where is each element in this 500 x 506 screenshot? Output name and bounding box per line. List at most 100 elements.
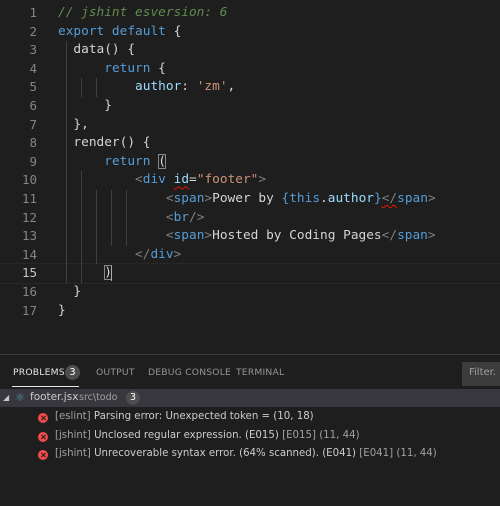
code-token: > — [427, 191, 436, 206]
code-token: </ — [135, 246, 151, 262]
code-token: /> — [189, 209, 205, 225]
code-token: return — [104, 153, 151, 169]
indent-guide — [96, 78, 97, 97]
code-token: } — [58, 284, 82, 299]
code-line[interactable]: 17} — [0, 302, 500, 321]
code-token: id — [173, 172, 190, 188]
code-line[interactable]: 13 <span>Hosted by Coding Pages</span> — [0, 227, 500, 246]
code-token: > — [173, 246, 182, 262]
problem-item[interactable]: [eslint] Parsing error: Unexpected token… — [0, 410, 500, 428]
code-token: : — [181, 79, 197, 95]
code-line[interactable]: 14 </div> — [0, 246, 500, 265]
code-token: author — [327, 191, 374, 206]
indent-guide — [80, 78, 82, 97]
code-token: > — [258, 172, 267, 188]
code-line[interactable]: 5 author: 'zm', — [0, 78, 500, 97]
code-token: div — [142, 172, 166, 188]
code-line[interactable]: 10 <div id="footer"> — [0, 171, 500, 190]
tab-problems[interactable]: PROBLEMS — [13, 367, 65, 378]
line-number: 13 — [21, 228, 37, 244]
code-editor[interactable]: 1 // jshint esversion: 6 2 export default {… — [0, 0, 500, 354]
code-line[interactable]: 15 ) — [0, 263, 500, 284]
code-token: br — [173, 209, 190, 225]
code-token: > — [427, 228, 436, 244]
problem-item[interactable]: [jshint] Unrecoverable syntax error. (64… — [0, 447, 500, 465]
code-token: < — [165, 228, 174, 244]
line-number: 9 — [29, 153, 37, 169]
line-number: 14 — [21, 246, 37, 262]
problem-file-row[interactable]: ◢ ⚛ footer.jsx src\todo 3 — [0, 389, 500, 407]
problem-item[interactable]: [jshint] Unclosed regular expression. (E… — [0, 429, 500, 447]
tab-terminal[interactable]: TERMINAL — [236, 367, 284, 378]
code-line[interactable]: 3 data() { — [0, 41, 500, 60]
code-line[interactable]: 2 export default { — [0, 23, 500, 42]
code-token: span — [173, 191, 205, 206]
vscode-window: 1 // jshint esversion: 6 2 export default {… — [0, 0, 500, 506]
code-token: { — [150, 60, 166, 76]
code-text: <div id="footer"> — [58, 171, 266, 190]
code-token: </ — [381, 191, 398, 206]
code-line[interactable]: 8 render() { — [0, 134, 500, 153]
line-number: 5 — [29, 79, 37, 95]
problems-count-badge: 3 — [65, 365, 80, 380]
code-token: span — [397, 191, 428, 206]
code-text: </div> — [58, 246, 181, 265]
code-token: span — [173, 228, 205, 244]
code-line[interactable]: 9 return ( — [0, 153, 500, 172]
line-number: 8 — [29, 135, 37, 151]
code-token: }, — [58, 116, 89, 132]
code-line[interactable]: 16 } — [0, 283, 500, 302]
indent-guide — [65, 152, 67, 283]
indent-guide — [96, 190, 97, 265]
filter-input[interactable]: Filter. E — [462, 362, 500, 386]
code-token: < — [135, 172, 143, 188]
code-token: > — [204, 191, 213, 206]
code-token: span — [397, 228, 428, 244]
problem-source: [jshint] — [55, 448, 91, 459]
code-token: div — [150, 246, 174, 262]
file-path: src\todo — [79, 392, 118, 403]
problem-text: [jshint] Unrecoverable syntax error. (64… — [55, 448, 437, 459]
file-problem-count: 3 — [126, 391, 140, 405]
problem-location: (11, 44) — [396, 448, 437, 459]
line-number: 3 — [29, 42, 37, 58]
code-line[interactable]: 1 // jshint esversion: 6 — [0, 4, 500, 23]
react-icon: ⚛ — [15, 391, 25, 404]
problem-message: Unclosed regular expression. (E015) — [94, 429, 279, 441]
text-cursor — [111, 266, 113, 282]
code-text: } — [58, 302, 66, 321]
code-token: 'zm' — [196, 79, 228, 95]
code-line[interactable]: 12 <br/> — [0, 209, 500, 228]
file-name: footer.jsx — [30, 391, 79, 403]
line-number: 1 — [29, 5, 37, 20]
tab-output[interactable]: OUTPUT — [96, 367, 135, 378]
problem-location: (11, 44) — [319, 429, 360, 441]
indent-guide — [126, 190, 128, 246]
code-token: render() { — [58, 135, 151, 151]
code-line[interactable]: 11 <span>Power by {this.author}</span> — [0, 190, 500, 209]
code-line[interactable]: 6 } — [0, 97, 500, 116]
code-token: "footer" — [196, 172, 259, 188]
code-line[interactable]: 4 return { — [0, 60, 500, 79]
code-text: data() { — [58, 41, 135, 60]
problem-message: Parsing error: Unexpected token = (10, 1… — [93, 411, 314, 422]
code-token: . — [320, 191, 328, 206]
code-text: export default { — [58, 23, 181, 42]
code-token: , — [227, 79, 236, 95]
line-number: 15 — [21, 265, 37, 281]
line-number: 2 — [29, 23, 37, 39]
line-number: 17 — [21, 302, 37, 318]
tab-debug-console[interactable]: DEBUG CONSOLE — [148, 367, 231, 378]
bottom-panel: PROBLEMS 3 OUTPUT DEBUG CONSOLE TERMINAL… — [0, 354, 500, 506]
line-number: 12 — [21, 209, 37, 225]
code-token: // jshint esversion: 6 — [58, 5, 228, 20]
chevron-down-icon[interactable]: ◢ — [3, 393, 9, 402]
problem-message: Unrecoverable syntax error. (64% scanned… — [94, 448, 357, 459]
line-number: 16 — [21, 284, 37, 299]
code-line[interactable]: 7 }, — [0, 116, 500, 135]
code-text: author: 'zm', — [58, 78, 235, 97]
problem-code: [E041] — [359, 448, 394, 459]
code-text: return ( — [58, 153, 166, 172]
